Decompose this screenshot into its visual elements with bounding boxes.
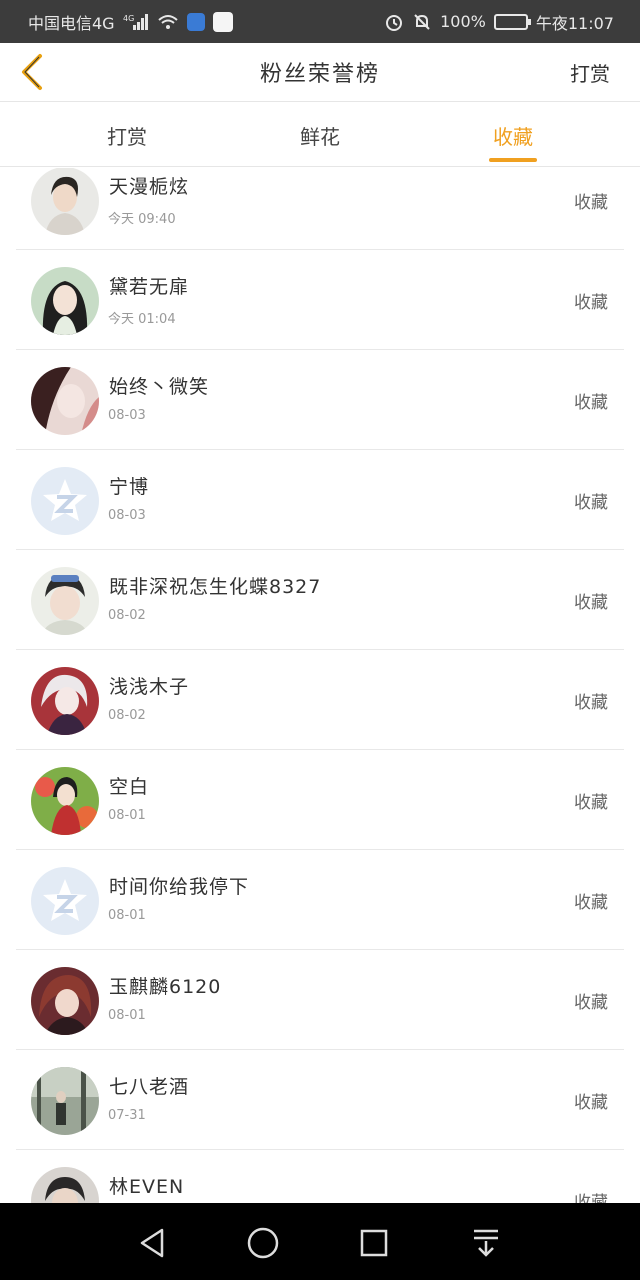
list-item[interactable]: 林EVEN 收藏 [0, 1150, 640, 1203]
action-label: 收藏 [574, 1193, 608, 1203]
battery-icon [493, 13, 531, 30]
list-item[interactable]: 浅浅木子 08-02 收藏 [0, 650, 640, 750]
avatar[interactable] [31, 667, 99, 735]
svg-text:4G: 4G [123, 14, 134, 23]
fan-name: 时间你给我停下 [109, 876, 250, 898]
action-label: 收藏 [574, 893, 608, 913]
fan-date: 07-31 [108, 1108, 146, 1123]
fan-name: 浅浅木子 [109, 676, 190, 698]
list-item[interactable]: 七八老酒 07-31 收藏 [0, 1050, 640, 1150]
status-bar: 中国电信4G 4G 100% 午夜11:07 [0, 0, 640, 43]
active-tab-indicator [489, 158, 537, 162]
list-item[interactable]: 宁博 08-03 收藏 [0, 450, 640, 550]
default-avatar-icon[interactable] [31, 867, 99, 935]
battery-percent: 100% [440, 12, 486, 31]
fan-date: 08-02 [108, 708, 146, 723]
fan-name: 既非深祝怎生化蝶8327 [109, 576, 322, 598]
fan-name: 空白 [109, 776, 150, 798]
tab-bar: 打赏 鲜花 收藏 [0, 103, 640, 167]
list-item[interactable]: 始终丶微笑 08-03 收藏 [0, 350, 640, 450]
action-label: 收藏 [574, 993, 608, 1013]
tab-reward[interactable]: 打赏 [67, 121, 187, 150]
action-label: 收藏 [574, 493, 608, 513]
fan-date: 今天 09:40 [108, 212, 176, 227]
fan-date: 08-01 [108, 908, 146, 923]
tab-favorites[interactable]: 收藏 [453, 121, 573, 150]
avatar[interactable] [31, 1067, 99, 1135]
avatar[interactable] [31, 168, 99, 235]
avatar[interactable] [31, 267, 99, 335]
avatar[interactable] [31, 767, 99, 835]
nav-notification-drawer-button[interactable] [466, 1223, 506, 1263]
list-item[interactable]: 天漫栀炫 今天 09:40 收藏 [0, 168, 640, 250]
fan-date: 08-01 [108, 1008, 146, 1023]
avatar[interactable] [31, 1167, 99, 1203]
pull-down-icon [474, 1229, 498, 1257]
fan-date: 08-03 [108, 508, 146, 523]
fan-name: 天漫栀炫 [109, 176, 190, 198]
avatar[interactable] [31, 967, 99, 1035]
system-nav-bar [0, 1203, 640, 1280]
action-label: 收藏 [574, 1093, 608, 1113]
fan-date: 今天 01:04 [108, 312, 176, 327]
clock: 午夜11:07 [535, 13, 614, 33]
fan-date: 08-03 [108, 408, 146, 423]
signal-icon: 4G [123, 13, 149, 31]
default-avatar-icon[interactable] [31, 467, 99, 535]
avatar[interactable] [31, 567, 99, 635]
list-item[interactable]: 时间你给我停下 08-01 收藏 [0, 850, 640, 950]
reward-button[interactable]: 打赏 [570, 58, 610, 87]
list-item[interactable]: 玉麒麟6120 08-01 收藏 [0, 950, 640, 1050]
fan-name: 林EVEN [109, 1176, 185, 1198]
fan-list[interactable]: 天漫栀炫 今天 09:40 收藏 黛若无扉 今天 01:04 收藏 始终丶微笑 … [0, 168, 640, 1203]
nav-home-button[interactable] [243, 1223, 283, 1263]
list-item[interactable]: 黛若无扉 今天 01:04 收藏 [0, 250, 640, 350]
nav-recents-button[interactable] [354, 1223, 394, 1263]
fan-date: 08-01 [108, 808, 146, 823]
list-item[interactable]: 空白 08-01 收藏 [0, 750, 640, 850]
action-label: 收藏 [574, 293, 608, 313]
fan-name: 始终丶微笑 [109, 376, 210, 398]
fan-name: 宁博 [109, 476, 150, 498]
page-title: 粉丝荣誉榜 [259, 62, 380, 87]
fan-date: 08-02 [108, 608, 146, 623]
wifi-icon [157, 13, 179, 31]
header: 粉丝荣誉榜 打赏 [0, 43, 640, 102]
security-app-icon [186, 12, 205, 31]
avatar[interactable] [31, 367, 99, 435]
circle-home-icon [247, 1227, 279, 1259]
action-label: 收藏 [574, 593, 608, 613]
action-label: 收藏 [574, 793, 608, 813]
action-label: 收藏 [574, 393, 608, 413]
action-label: 收藏 [574, 193, 608, 213]
nav-back-button[interactable] [132, 1223, 172, 1263]
triangle-back-icon [140, 1228, 164, 1258]
fan-name: 七八老酒 [109, 1076, 190, 1098]
mute-icon [412, 12, 432, 32]
carrier-label: 中国电信4G [28, 13, 115, 33]
tab-flowers[interactable]: 鲜花 [260, 121, 380, 150]
action-label: 收藏 [574, 693, 608, 713]
list-item[interactable]: 既非深祝怎生化蝶8327 08-02 收藏 [0, 550, 640, 650]
fan-name: 黛若无扉 [109, 276, 190, 298]
fan-name: 玉麒麟6120 [109, 976, 222, 998]
alarm-icon [384, 12, 404, 32]
square-recents-icon [360, 1229, 388, 1257]
notification-app-icon [212, 11, 233, 32]
